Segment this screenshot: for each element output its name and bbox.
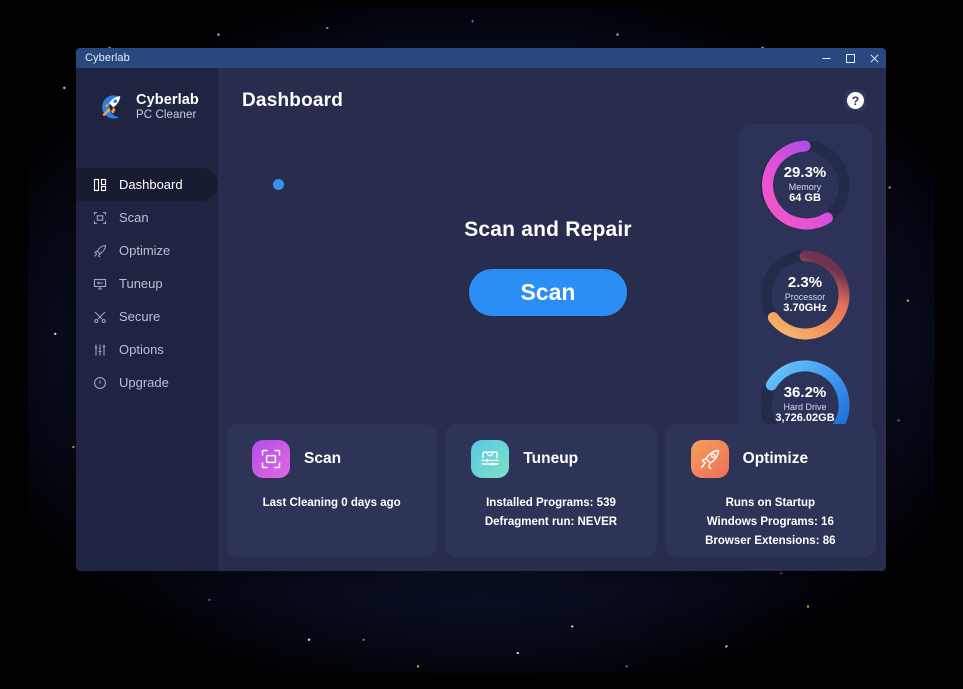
window-body: Cyberlab PC Cleaner Dashboard Scan Optim… <box>76 68 886 571</box>
desktop-background: Cyberlab Cyberlab PC Cleaner Dashboard S… <box>0 0 963 689</box>
rocket-icon <box>92 243 107 258</box>
card-header: Tuneup <box>457 440 644 478</box>
brand-subtitle: PC Cleaner <box>136 108 197 121</box>
card-line: Windows Programs: 16 <box>706 515 834 528</box>
card-line: Installed Programs: 539 <box>486 497 616 509</box>
gauge-value: 64 GB <box>789 192 821 205</box>
window-title: Cyberlab <box>85 52 130 64</box>
brand-text: Cyberlab PC Cleaner <box>136 92 199 121</box>
sidebar-item-secure[interactable]: Secure <box>76 300 218 333</box>
sidebar-item-label: Upgrade <box>119 375 169 390</box>
sidebar-item-label: Secure <box>119 309 161 324</box>
card-line: Last Cleaning 0 days ago <box>262 497 401 509</box>
close-button[interactable] <box>862 48 886 68</box>
card-header: Scan <box>238 440 425 478</box>
card-line: Defragment run: NEVER <box>484 515 618 528</box>
sidebar-item-options[interactable]: Options <box>76 333 218 366</box>
card-line: Runs on Startup <box>725 497 816 509</box>
sidebar-item-scan[interactable]: Scan <box>76 201 218 234</box>
sidebar: Cyberlab PC Cleaner Dashboard Scan Optim… <box>76 68 284 571</box>
scan-frame-icon <box>252 440 290 478</box>
sidebar-nav: Dashboard Scan Optimize Tuneup Secure Op… <box>76 168 284 399</box>
gauge-value: 3.70GHz <box>783 302 827 315</box>
application-window: Cyberlab Cyberlab PC Cleaner Dashboard S… <box>76 48 886 571</box>
card-title: Optimize <box>742 450 809 467</box>
sidebar-item-label: Dashboard <box>119 177 183 192</box>
scan-button[interactable]: Scan <box>469 269 627 316</box>
help-button[interactable]: ? <box>845 90 866 111</box>
maximize-button[interactable] <box>838 48 862 68</box>
rocket-icon <box>102 95 121 119</box>
sidebar-item-label: Tuneup <box>119 276 163 291</box>
sidebar-item-tuneup[interactable]: Tuneup <box>76 267 218 300</box>
monitor-icon <box>92 276 107 291</box>
main-content: Dashboard ? Scan and Repair Scan 29.3% M… <box>218 68 886 571</box>
card-tuneup[interactable]: Tuneup Installed Programs: 539 Defragmen… <box>445 424 657 557</box>
card-lines: Last Cleaning 0 days ago <box>238 494 425 513</box>
gauge-percent: 36.2% <box>783 384 827 402</box>
gauge-name: Processor <box>784 292 826 303</box>
brand-logo: Cyberlab PC Cleaner <box>76 68 218 146</box>
sidebar-item-upgrade[interactable]: Upgrade <box>76 366 218 399</box>
card-line: Browser Extensions: 86 <box>705 534 836 547</box>
upgrade-icon <box>92 375 107 390</box>
gauge-name: Hard Drive <box>783 402 827 413</box>
rocket-icon <box>690 440 729 478</box>
window-titlebar[interactable]: Cyberlab <box>76 48 886 68</box>
gauge-memory-label: 29.3% Memory 64 GB <box>752 132 858 238</box>
minimize-button[interactable] <box>814 48 838 68</box>
sidebar-item-dashboard[interactable]: Dashboard <box>76 168 284 201</box>
sidebar-item-label: Scan <box>119 210 149 225</box>
card-title: Tuneup <box>523 450 579 467</box>
gauge-percent: 2.3% <box>787 274 823 292</box>
shield-icon <box>92 309 107 324</box>
brand-name: Cyberlab <box>136 92 199 109</box>
gauge-processor-label: 2.3% Processor 3.70GHz <box>752 242 858 348</box>
summary-cards: Scan Last Cleaning 0 days ago Tuneup Ins… <box>218 424 886 557</box>
gauge-name: Memory <box>788 182 822 193</box>
card-title: Scan <box>304 450 342 467</box>
scan-icon <box>92 210 107 225</box>
sliders-icon <box>92 342 107 357</box>
system-gauges-panel: 29.3% Memory 64 GB 2.3% Processor 3.70GH… <box>738 124 872 468</box>
card-lines: Runs on Startup Windows Programs: 16 Bro… <box>677 494 864 551</box>
sidebar-item-optimize[interactable]: Optimize <box>76 234 218 267</box>
page-title: Dashboard <box>242 90 344 111</box>
card-header: Optimize <box>677 440 864 478</box>
card-scan[interactable]: Scan Last Cleaning 0 days ago <box>226 424 438 557</box>
grid-icon <box>92 177 107 192</box>
gauge-processor: 2.3% Processor 3.70GHz <box>752 242 858 348</box>
gauge-value: 3,726.02GB <box>775 412 835 425</box>
window-controls <box>814 48 886 68</box>
monitor-slider-icon <box>471 440 510 478</box>
sidebar-item-label: Optimize <box>119 243 171 258</box>
help-icon: ? <box>847 92 864 109</box>
gauge-percent: 29.3% <box>783 164 827 182</box>
sidebar-item-label: Options <box>119 342 164 357</box>
card-lines: Installed Programs: 539 Defragment run: … <box>457 494 644 532</box>
gauge-memory: 29.3% Memory 64 GB <box>752 132 858 238</box>
card-optimize[interactable]: Optimize Runs on Startup Windows Program… <box>664 424 876 557</box>
